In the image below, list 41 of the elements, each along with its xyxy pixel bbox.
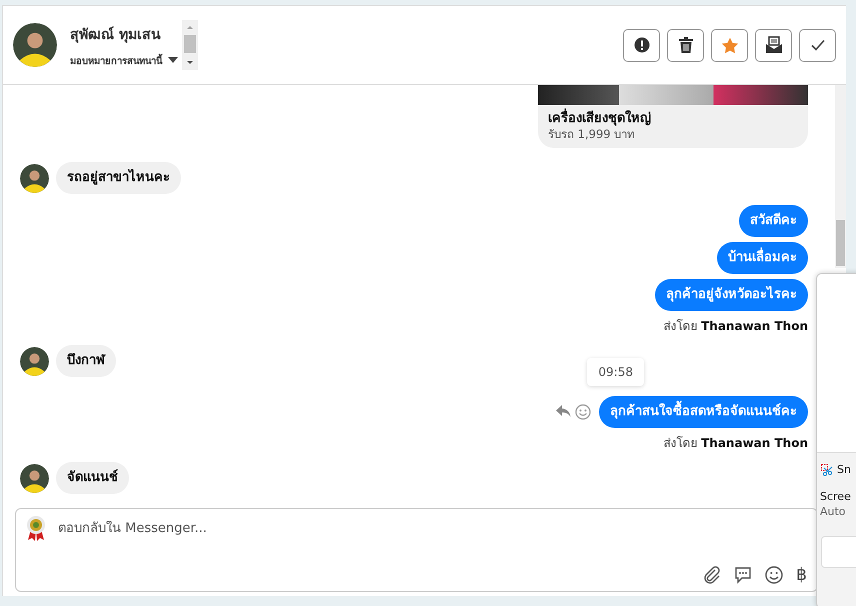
notification-title: Scree (819, 489, 852, 503)
time-tooltip: 09:58 (587, 358, 644, 386)
badge-icon (24, 515, 48, 541)
notification-body: Auto (819, 504, 847, 518)
message-bubble: สวัสดีคะ (739, 205, 808, 237)
star-icon (720, 36, 738, 54)
product-card[interactable]: เครื่องเสียงชุดใหญ่ รับรถ 1,999 บาท (538, 85, 808, 148)
avatar (20, 464, 49, 492)
smiley-icon[interactable] (765, 566, 784, 584)
reply-icon[interactable] (555, 404, 571, 418)
caret-icon[interactable] (168, 57, 178, 63)
chat-icon[interactable] (734, 566, 752, 584)
avatar (13, 23, 57, 67)
avatar (20, 164, 49, 192)
star-button[interactable] (711, 28, 748, 62)
message-bubble: รถอยู่สาขาไหนคะ (56, 162, 181, 194)
envelope-icon (764, 36, 782, 54)
avatar (20, 346, 49, 376)
sender-note: ส่งโดย Thanawan Thon (663, 319, 808, 334)
report-button[interactable] (623, 28, 660, 62)
payment-button[interactable]: ฿ (796, 565, 807, 585)
scissors-icon (821, 464, 833, 476)
card-title: เครื่องเสียงชุดใหญ่ (538, 105, 808, 127)
check-icon (810, 37, 826, 53)
message-bubble: ลุกค้าอยู่จังหวัดอะไรคะ (655, 279, 808, 311)
message-bubble: บึงกาฬ (56, 345, 116, 377)
mark-unread-button[interactable] (755, 28, 792, 62)
card-price: รับรถ 1,999 บาท (547, 127, 636, 143)
app-name: Sn (837, 463, 851, 476)
message-bubble: บ้านเลื่อมคะ (717, 242, 808, 274)
sender-note: ส่งโดย Thanawan Thon (663, 436, 808, 451)
alert-icon (634, 37, 650, 53)
assign-dropdown[interactable]: มอบหมายการสนทนานี้ (70, 52, 162, 68)
message-bubble: ลุกค้าสนใจซื้อสดหรือจัดแนนช์คะ (599, 396, 808, 428)
message-bubble: จัดแนนช์ (56, 462, 129, 494)
paperclip-icon[interactable] (703, 566, 722, 584)
contact-name: สุพัฒณ์ ทุมเสน (70, 26, 162, 44)
delete-button[interactable] (667, 28, 704, 62)
trash-icon (678, 37, 692, 53)
scrollbar[interactable] (835, 85, 846, 268)
done-button[interactable] (799, 28, 836, 62)
